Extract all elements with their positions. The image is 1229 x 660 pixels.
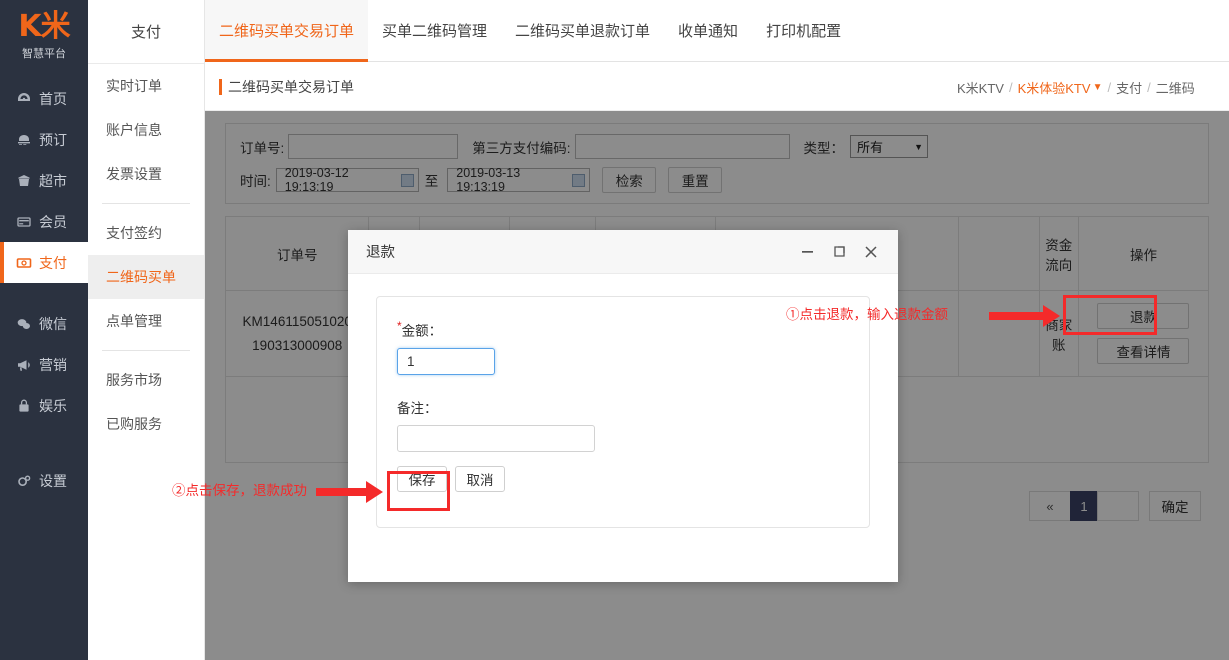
amount-label-text: 金额： [401,323,443,339]
annotation-step-1-text: ①点击退款，输入退款金额 [786,307,948,322]
amount-input-value: 1 [407,353,415,369]
tab-qrcode-refund-orders[interactable]: 二维码买单退款订单 [501,0,664,62]
sidebar-item-label: 娱乐 [39,397,67,414]
nav-divider-2 [0,426,88,446]
note-field-label: 备注： [397,400,438,416]
submenu-item-payment-contract[interactable]: 支付签约 [88,211,204,255]
megaphone-icon [14,357,34,373]
cancel-button[interactable]: 取消 [455,465,505,492]
sidebar-item-entertainment[interactable]: 娱乐 [0,385,88,426]
brand-logo: K米 智慧平台 [0,0,88,66]
maximize-icon[interactable] [826,239,852,265]
breadcrumb-item-3[interactable]: 二维码 [1156,78,1195,97]
tab-receipt-notification[interactable]: 收单通知 [664,0,752,62]
sidebar-item-label: 预订 [39,131,67,148]
close-icon[interactable] [858,239,884,265]
sidebar-item-member[interactable]: 会员 [0,201,88,242]
secondary-sidebar: 支付 实时订单 账户信息 发票设置 支付签约 二维码买单 点单管理 服务市场 已… [88,0,205,660]
sidebar-item-label: 支付 [39,254,67,271]
wechat-icon [14,316,34,332]
submenu-item-order-management[interactable]: 点单管理 [88,299,204,343]
breadcrumb-item-0[interactable]: K米KTV [957,78,1004,97]
breadcrumb-separator: / [1147,80,1151,95]
note-input[interactable] [397,424,595,452]
submenu-item-purchased-services[interactable]: 已购服务 [88,402,204,446]
refund-modal-title: 退款 [366,245,395,261]
basket-icon [14,173,34,189]
breadcrumb-item-1[interactable]: K米体验KTV [1018,78,1091,97]
entertainment-icon [14,398,34,414]
primary-nav: 首页 预订 超市 会员 支付 微信 营销 娱乐 设置 [0,78,88,501]
calendar-icon [14,132,34,148]
sidebar-item-label: 微信 [39,315,67,332]
breadcrumb-separator: / [1107,80,1112,95]
sidebar-item-booking[interactable]: 预订 [0,119,88,160]
app-root: K米 智慧平台 首页 预订 超市 会员 支付 微信 营销 娱乐 设置 支付 实时… [0,0,1229,660]
sidebar-item-marketing[interactable]: 营销 [0,344,88,385]
page-title: 二维码买单交易订单 [219,77,354,97]
refund-form-card: *金额： 1 备注： 保存 取消 [376,296,870,528]
sidebar-item-settings[interactable]: 设置 [0,460,88,501]
dashboard-icon [14,91,34,107]
save-button[interactable]: 保存 [397,465,447,492]
refund-modal-actions: 保存 取消 [397,465,849,492]
submenu-item-account-info[interactable]: 账户信息 [88,108,204,152]
submenu-item-invoice-settings[interactable]: 发票设置 [88,152,204,196]
sidebar-item-home[interactable]: 首页 [0,78,88,119]
primary-sidebar: K米 智慧平台 首页 预订 超市 会员 支付 微信 营销 娱乐 设置 [0,0,88,660]
brand-logo-mark: K米 [18,8,70,44]
minimize-icon[interactable] [794,239,820,265]
tab-qrcode-transaction-orders[interactable]: 二维码买单交易订单 [205,0,369,62]
amount-field-label: *金额： [397,319,849,340]
payment-icon [14,255,34,271]
sidebar-item-label: 会员 [39,213,67,230]
sidebar-item-supermarket[interactable]: 超市 [0,160,88,201]
sidebar-item-label: 超市 [39,172,67,189]
tab-bar: 二维码买单交易订单 买单二维码管理 二维码买单退款订单 收单通知 打印机配置 [205,0,1229,64]
breadcrumb: K米KTV / K米体验KTV ▼ / 支付 / 二维码 [929,64,1229,111]
page-header: 二维码买单交易订单 K米KTV / K米体验KTV ▼ / 支付 / 二维码 [205,64,1229,111]
gear-icon [14,473,34,489]
annotation-step-2-text: ②点击保存，退款成功 [172,483,307,498]
submenu-item-realtime-orders[interactable]: 实时订单 [88,64,204,108]
amount-input[interactable]: 1 [397,347,495,375]
nav-divider-1 [0,283,88,303]
refund-modal: 退款 *金额： 1 备注： 保存 取消 [348,230,898,582]
breadcrumb-separator: / [1008,80,1013,95]
submenu-item-service-market[interactable]: 服务市场 [88,358,204,402]
submenu-header: 支付 [88,0,204,64]
submenu-divider-1 [102,203,190,204]
sidebar-item-payment[interactable]: 支付 [0,242,88,283]
sidebar-item-wechat[interactable]: 微信 [0,303,88,344]
submenu-divider-2 [102,350,190,351]
breadcrumb-item-2[interactable]: 支付 [1116,78,1142,97]
sidebar-item-label: 设置 [39,472,67,489]
card-icon [14,214,34,230]
sidebar-item-label: 营销 [39,356,67,373]
tab-qrcode-management[interactable]: 买单二维码管理 [368,0,501,62]
refund-modal-header: 退款 [348,230,898,274]
chevron-down-icon[interactable]: ▼ [1093,82,1103,93]
tab-printer-config[interactable]: 打印机配置 [752,0,855,62]
brand-logo-subtitle: 智慧平台 [22,47,66,60]
sidebar-item-label: 首页 [39,90,67,107]
submenu-item-qrcode-payment[interactable]: 二维码买单 [88,255,204,299]
